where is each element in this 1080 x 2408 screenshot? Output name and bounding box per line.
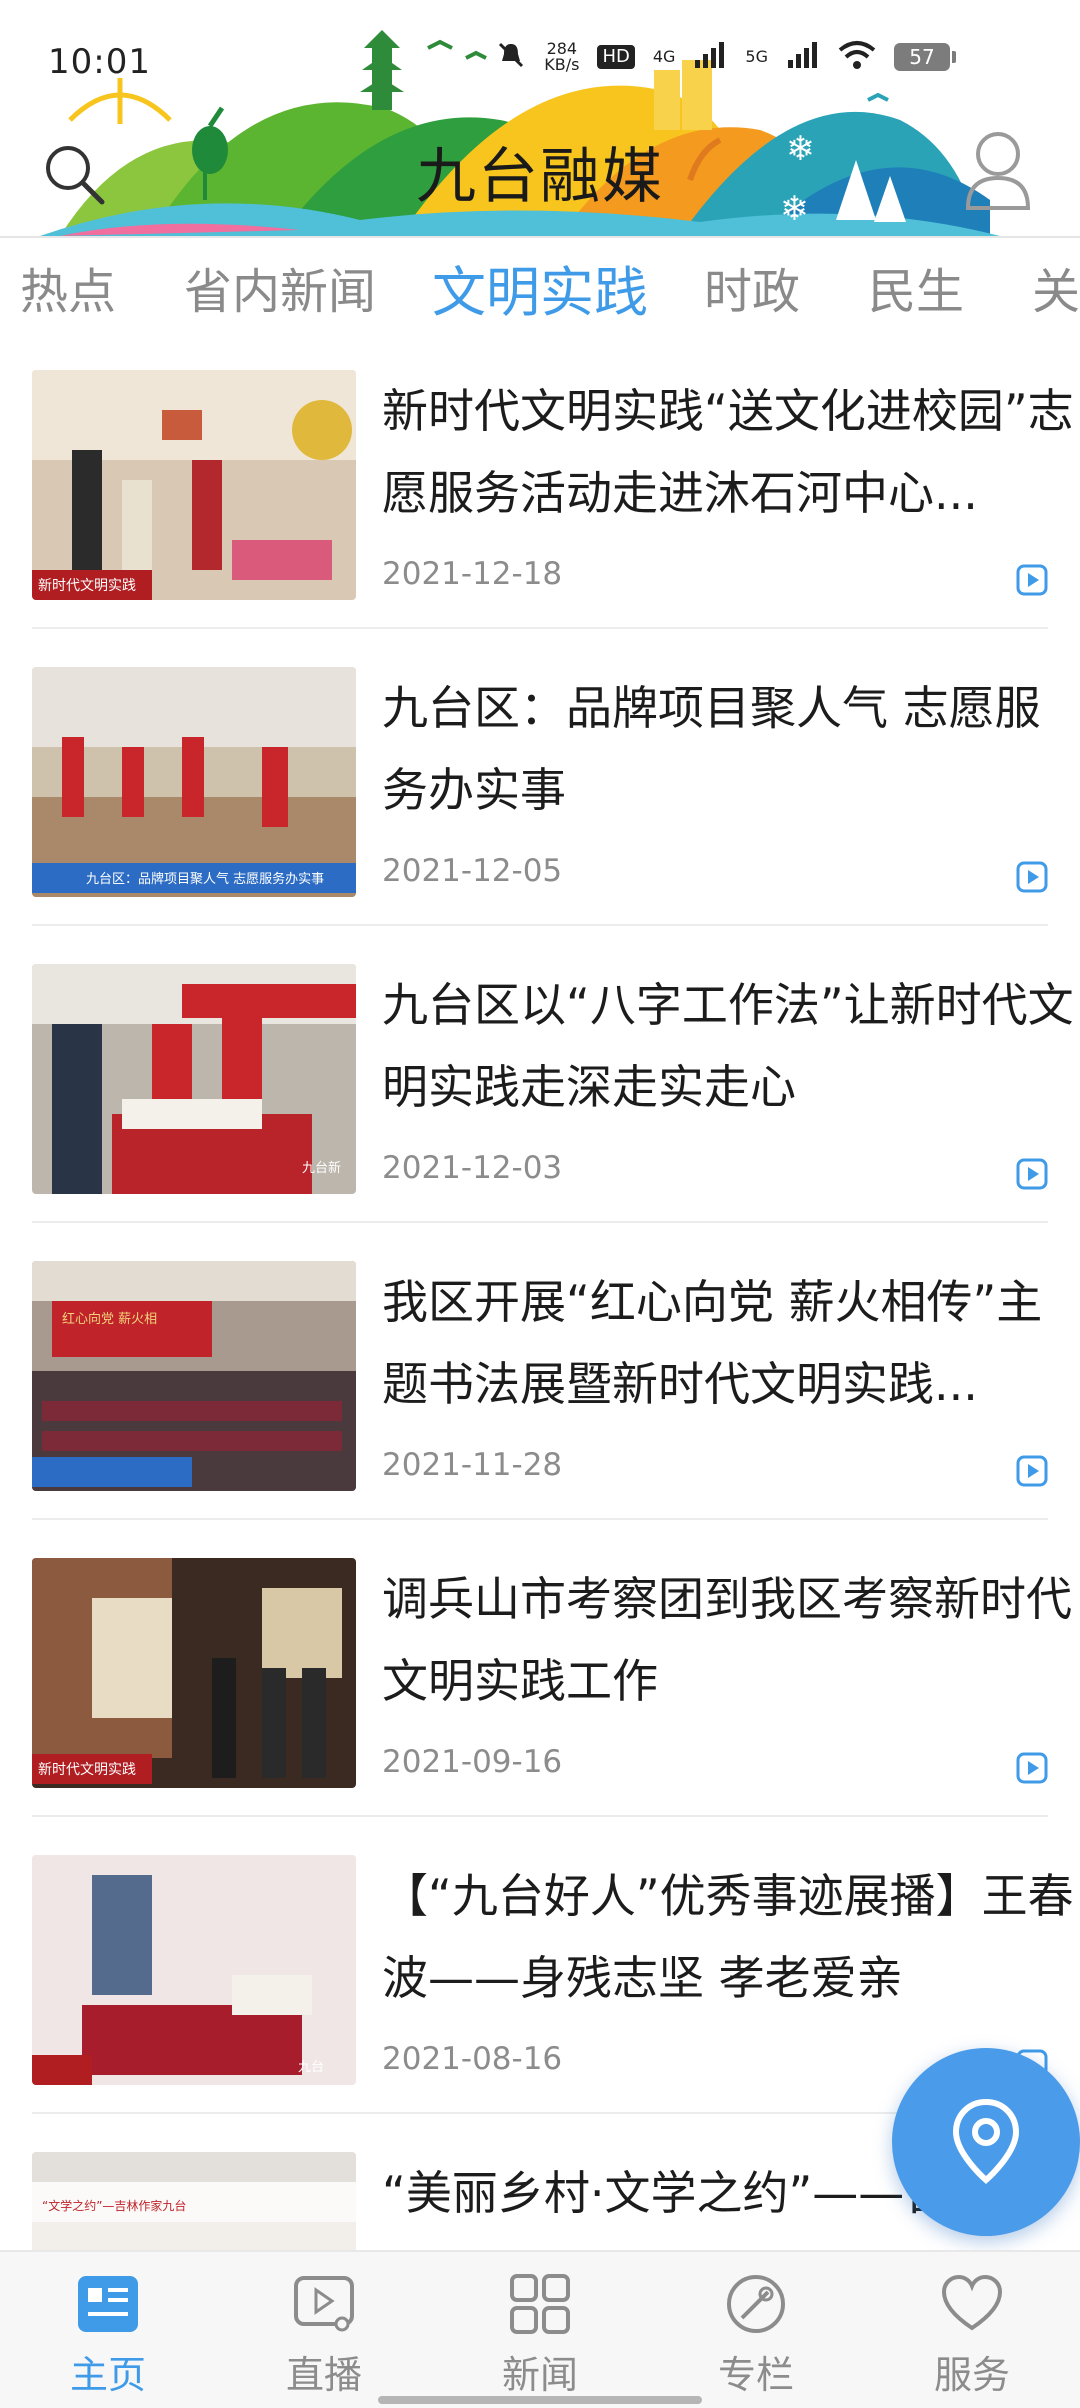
nav-live[interactable]: 直播 — [216, 2252, 432, 2408]
nav-label: 服务 — [933, 2353, 1010, 2397]
tab-hot[interactable]: 热点 — [20, 252, 116, 322]
nav-column[interactable]: 专栏 — [648, 2252, 864, 2408]
heart-icon — [941, 2274, 1003, 2331]
news-date: 2021-12-03 — [382, 1150, 563, 1186]
home-news-icon — [78, 2276, 138, 2332]
svg-text:新时代文明实践: 新时代文明实践 — [38, 1762, 136, 1778]
tab-provincial-news[interactable]: 省内新闻 — [184, 252, 376, 322]
status-icons: 284 KB/s HD 4G 5G 57 — [496, 39, 956, 74]
news-title: 九台区：品牌项目聚人气 志愿服务办实事 — [382, 681, 1041, 817]
bottom-navigation: 主页 直播 新闻 专栏 服务 — [0, 2250, 1080, 2408]
news-thumbnail: 九台新 — [32, 964, 356, 1194]
video-play-icon — [1016, 1158, 1048, 1190]
signal-bars-icon — [693, 42, 727, 72]
hd-badge: HD — [597, 45, 635, 69]
nav-news[interactable]: 新闻 — [432, 2252, 648, 2408]
svg-text:“文学之约”—吉林作家九台: “文学之约”—吉林作家九台 — [42, 2198, 186, 2213]
location-button[interactable] — [892, 2048, 1080, 2236]
news-thumbnail: 新时代文明实践 — [32, 1558, 356, 1788]
news-thumbnail: 九台区：品牌项目聚人气 志愿服务办实事 — [32, 667, 356, 897]
news-thumbnail: 九台 — [32, 1855, 356, 2085]
user-profile-button[interactable] — [962, 128, 1034, 212]
news-date: 2021-09-16 — [382, 1744, 563, 1780]
news-thumbnail: 红心向党 薪火相 — [32, 1261, 356, 1491]
signal-bars-2-icon — [786, 42, 820, 72]
news-item[interactable]: 九台区：品牌项目聚人气 志愿服务办实事 九台区：品牌项目聚人气 志愿服务办实事 … — [32, 629, 1048, 926]
nav-service[interactable]: 服务 — [864, 2252, 1080, 2408]
signal-4g: 4G — [652, 47, 676, 66]
news-title: 新时代文明实践“送文化进校园”志愿服务活动走进沐石河中心... — [382, 384, 1074, 520]
svg-text:九台新: 九台新 — [302, 1160, 341, 1176]
app-title: 九台融媒 — [416, 142, 664, 212]
nav-label: 直播 — [285, 2353, 362, 2397]
tab-politics[interactable]: 时政 — [704, 252, 800, 322]
news-item[interactable]: 九台新 九台区以“八字工作法”让新时代文明实践走深走实走心 2021-12-03 — [32, 926, 1074, 1223]
news-item[interactable]: 九台 【“九台好人”优秀事迹展播】王春波——身残志坚 孝老爱亲 2021-08-… — [32, 1817, 1074, 2114]
news-title: 我区开展“红心向党 薪火相传”主题书法展暨新时代文明实践... — [382, 1275, 1043, 1411]
news-thumbnail: 新时代文明实践 — [32, 370, 356, 600]
nav-home[interactable]: 主页 — [0, 2252, 216, 2408]
battery-indicator: 57 — [894, 43, 956, 71]
column-icon — [727, 2275, 785, 2333]
news-date: 2021-11-28 — [382, 1447, 563, 1483]
tab-civilization-practice[interactable]: 文明实践 — [432, 248, 648, 327]
video-play-icon — [1016, 861, 1048, 893]
net-speed: 284 KB/s — [544, 39, 580, 74]
wifi-icon — [838, 40, 876, 74]
video-play-icon — [1016, 1752, 1048, 1784]
grid-icon — [510, 2274, 570, 2334]
home-indicator[interactable] — [378, 2396, 702, 2404]
nav-label: 专栏 — [717, 2353, 794, 2397]
news-list: 新时代文明实践 新时代文明实践“送文化进校园”志愿服务活动走进沐石河中心... … — [0, 332, 1080, 2250]
news-date: 2021-12-05 — [382, 853, 563, 889]
live-play-icon — [294, 2276, 354, 2332]
svg-text:新时代文明实践: 新时代文明实践 — [38, 578, 136, 594]
news-title: 九台区以“八字工作法”让新时代文明实践走深走实走心 — [382, 978, 1074, 1114]
nav-label: 新闻 — [501, 2353, 578, 2397]
video-play-icon — [1016, 564, 1048, 596]
status-time: 10:01 — [48, 42, 151, 82]
mute-bell-icon — [496, 40, 526, 74]
news-item[interactable]: 红心向党 薪火相 我区开展“红心向党 薪火相传”主题书法展暨新时代文明实践...… — [32, 1223, 1048, 1520]
news-date: 2021-12-18 — [382, 556, 563, 592]
tab-more[interactable]: 关 — [1032, 252, 1080, 322]
tab-livelihood[interactable]: 民生 — [868, 252, 964, 322]
svg-text:九台: 九台 — [298, 2060, 324, 2075]
header-banner: ❄ ❄ 10:01 284 KB/s HD 4G 5G 57 九台融媒 — [0, 0, 1080, 236]
svg-text:红心向党 薪火相: 红心向党 薪火相 — [62, 1311, 157, 1327]
location-pin-icon — [952, 2098, 1020, 2184]
news-title: 调兵山市考察团到我区考察新时代文明实践工作 — [382, 1572, 1072, 1708]
signal-5g: 5G — [745, 47, 768, 66]
news-title: 【“九台好人”优秀事迹展播】王春波——身残志坚 孝老爱亲 — [382, 1869, 1074, 2005]
news-thumbnail: “文学之约”—吉林作家九台 — [32, 2152, 356, 2250]
video-play-icon — [1016, 1455, 1048, 1487]
news-item[interactable]: 新时代文明实践 调兵山市考察团到我区考察新时代文明实践工作 2021-09-16 — [32, 1520, 1072, 1817]
news-date: 2021-08-16 — [382, 2041, 563, 2077]
category-tabs: 热点 省内新闻 文明实践 时政 民生 关 — [0, 236, 1080, 332]
nav-label: 主页 — [69, 2353, 146, 2397]
news-item[interactable]: 新时代文明实践 新时代文明实践“送文化进校园”志愿服务活动走进沐石河中心... … — [32, 332, 1074, 629]
svg-text:九台区：品牌项目聚人气 志愿服务办实事: 九台区：品牌项目聚人气 志愿服务办实事 — [86, 871, 324, 887]
user-icon — [965, 132, 1031, 210]
